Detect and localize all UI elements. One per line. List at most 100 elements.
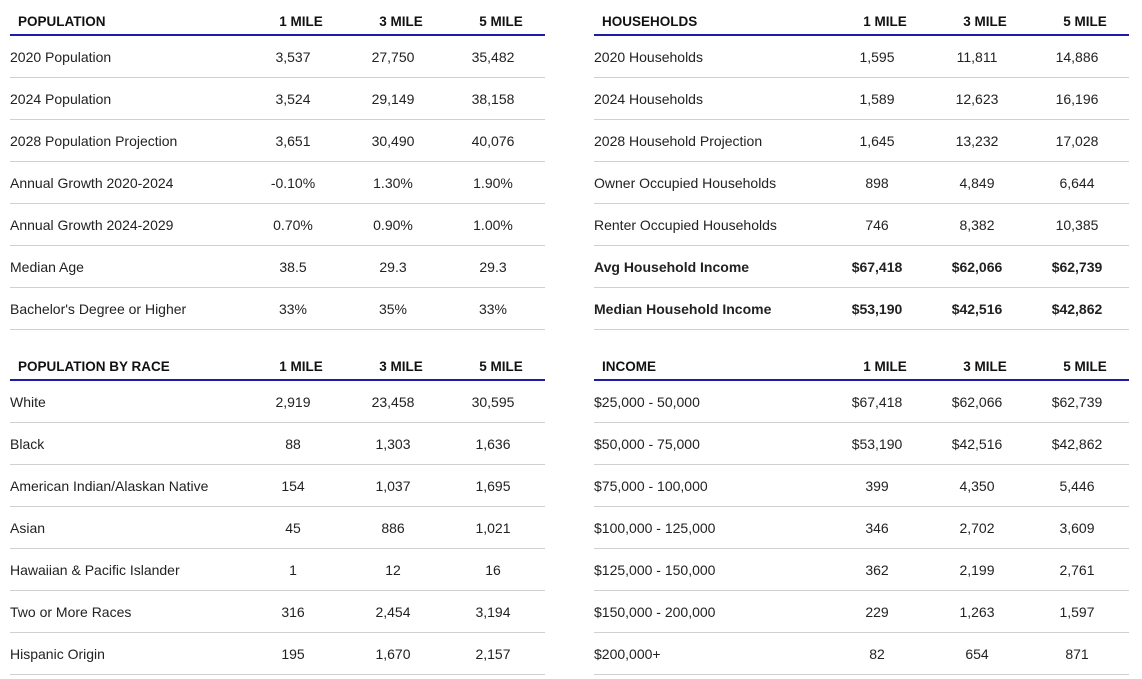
table-row: Avg Household Income $67,418 $62,066 $62… [594, 246, 1129, 288]
cell-1-mile: 3,524 [275, 90, 311, 107]
table-row: $200,000+ 82 654 871 [594, 633, 1129, 675]
cell-1-mile: 346 [865, 519, 889, 536]
column-header: 1 MILE [863, 358, 907, 374]
cell-1-mile: 1,645 [859, 132, 895, 149]
cell-3-mile: 4,350 [959, 477, 995, 494]
cell-5-mile: 17,028 [1055, 132, 1099, 149]
cell-3-mile: 11,811 [956, 48, 998, 65]
cell-1-mile: $67,418 [851, 258, 903, 275]
cell-3-mile: 1,263 [959, 603, 995, 620]
cell-3-mile: 1,037 [375, 477, 411, 494]
column-header: 3 MILE [963, 358, 1007, 374]
table-row: 2024 Population 3,524 29,149 38,158 [10, 78, 545, 120]
cell-3-mile: 4,849 [959, 174, 995, 191]
cell-3-mile: $62,066 [951, 258, 1003, 275]
table-row: 2020 Households 1,595 11,811 14,886 [594, 36, 1129, 78]
cell-3-mile: 8,382 [959, 216, 995, 233]
table-row: 2024 Households 1,589 12,623 16,196 [594, 78, 1129, 120]
cell-5-mile: 38,158 [471, 90, 515, 107]
cell-1-mile: 746 [865, 216, 889, 233]
table-row: $75,000 - 100,000 399 4,350 5,446 [594, 465, 1129, 507]
row-label: Renter Occupied Households [594, 216, 777, 233]
table-row: Black 88 1,303 1,636 [10, 423, 545, 465]
table-row: Annual Growth 2020-2024 -0.10% 1.30% 1.9… [10, 162, 545, 204]
column-header: 3 MILE [379, 358, 423, 374]
table-row: Renter Occupied Households 746 8,382 10,… [594, 204, 1129, 246]
households-table: HOUSEHOLDS 1 MILE 3 MILE 5 MILE 2020 Hou… [594, 8, 1129, 330]
table-row: Annual Growth 2024-2029 0.70% 0.90% 1.00… [10, 204, 545, 246]
column-header: 5 MILE [479, 358, 523, 374]
cell-1-mile: 38.5 [279, 258, 307, 275]
cell-5-mile: $62,739 [1051, 393, 1103, 410]
table-row: Owner Occupied Households 898 4,849 6,64… [594, 162, 1129, 204]
cell-3-mile: 0.90% [373, 216, 413, 233]
table-row: Hispanic Origin 195 1,670 2,157 [10, 633, 545, 675]
row-label: Asian [10, 519, 46, 536]
row-label: Median Age [10, 258, 84, 275]
table-header: POPULATION 1 MILE 3 MILE 5 MILE [10, 8, 545, 36]
cell-3-mile: 30,490 [371, 132, 415, 149]
cell-1-mile: 3,651 [275, 132, 311, 149]
cell-3-mile: 2,454 [375, 603, 411, 620]
table-row: $50,000 - 75,000 $53,190 $42,516 $42,862 [594, 423, 1129, 465]
cell-3-mile: 2,702 [959, 519, 995, 536]
row-label: $100,000 - 125,000 [594, 519, 716, 536]
table-row: 2028 Household Projection 1,645 13,232 1… [594, 120, 1129, 162]
cell-5-mile: $42,862 [1051, 300, 1103, 317]
cell-1-mile: 362 [865, 561, 889, 578]
column-header: 5 MILE [1063, 358, 1107, 374]
cell-1-mile: 399 [865, 477, 889, 494]
row-label: 2028 Household Projection [594, 132, 763, 149]
row-label: $150,000 - 200,000 [594, 603, 716, 620]
cell-1-mile: 1,595 [859, 48, 895, 65]
cell-5-mile: 3,194 [475, 603, 511, 620]
cell-3-mile: 654 [965, 645, 989, 662]
table-row: 2020 Population 3,537 27,750 35,482 [10, 36, 545, 78]
cell-5-mile: 1,695 [475, 477, 511, 494]
cell-3-mile: 12 [385, 561, 401, 578]
table-title: HOUSEHOLDS [602, 13, 698, 29]
cell-5-mile: 3,609 [1059, 519, 1095, 536]
cell-1-mile: 3,537 [275, 48, 311, 65]
cell-1-mile: 2,919 [275, 393, 311, 410]
column-header: 3 MILE [963, 13, 1007, 29]
row-label: Bachelor's Degree or Higher [10, 300, 187, 317]
cell-1-mile: 1 [289, 561, 297, 578]
cell-5-mile: 40,076 [471, 132, 515, 149]
income-table: INCOME 1 MILE 3 MILE 5 MILE $25,000 - 50… [594, 353, 1129, 675]
cell-1-mile: $53,190 [851, 435, 903, 452]
cell-1-mile: 88 [285, 435, 301, 452]
cell-1-mile: 33% [278, 300, 308, 317]
cell-1-mile: 229 [865, 603, 889, 620]
cell-5-mile: 871 [1065, 645, 1089, 662]
row-label: $50,000 - 75,000 [594, 435, 700, 452]
cell-3-mile: 29,149 [371, 90, 415, 107]
cell-5-mile: 1,597 [1059, 603, 1095, 620]
row-label: Hawaiian & Pacific Islander [10, 561, 180, 578]
row-label: Owner Occupied Households [594, 174, 777, 191]
table-row: White 2,919 23,458 30,595 [10, 381, 545, 423]
cell-3-mile: 35% [378, 300, 408, 317]
table-row: American Indian/Alaskan Native 154 1,037… [10, 465, 545, 507]
table-title: INCOME [602, 358, 656, 374]
row-label: Black [10, 435, 45, 452]
cell-3-mile: 2,199 [959, 561, 995, 578]
column-header: 3 MILE [379, 13, 423, 29]
cell-1-mile: -0.10% [270, 174, 316, 191]
table-row: $25,000 - 50,000 $67,418 $62,066 $62,739 [594, 381, 1129, 423]
table-title: POPULATION [18, 13, 106, 29]
cell-5-mile: 16,196 [1055, 90, 1099, 107]
cell-1-mile: 316 [281, 603, 305, 620]
table-row: $125,000 - 150,000 362 2,199 2,761 [594, 549, 1129, 591]
cell-5-mile: 1.00% [473, 216, 513, 233]
row-label: $75,000 - 100,000 [594, 477, 708, 494]
cell-5-mile: $62,739 [1051, 258, 1103, 275]
cell-1-mile: 154 [281, 477, 305, 494]
cell-5-mile: 35,482 [471, 48, 515, 65]
table-title: POPULATION BY RACE [18, 358, 170, 374]
table-row: $100,000 - 125,000 346 2,702 3,609 [594, 507, 1129, 549]
cell-1-mile: $53,190 [851, 300, 903, 317]
cell-3-mile: 1,303 [375, 435, 411, 452]
cell-5-mile: 33% [478, 300, 508, 317]
cell-3-mile: 13,232 [955, 132, 999, 149]
